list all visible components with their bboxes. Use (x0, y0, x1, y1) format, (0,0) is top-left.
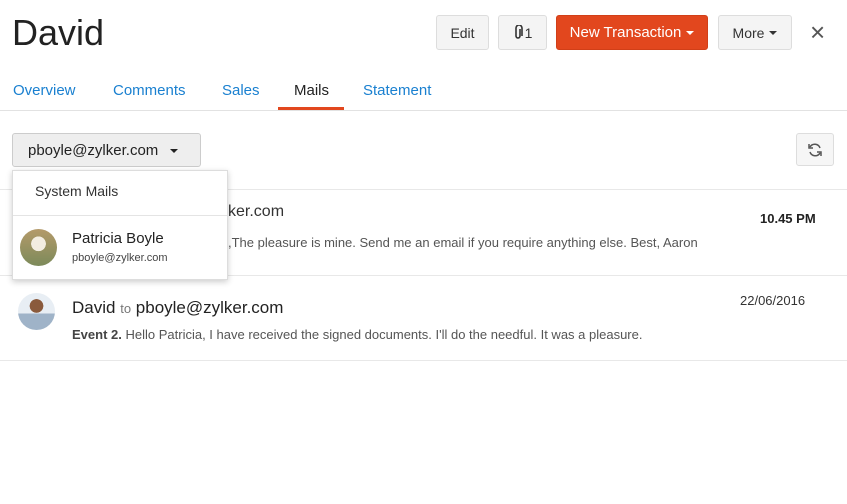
tab-bar: Overview Comments Sales Mails Statement (0, 68, 847, 111)
mail-date: 22/06/2016 (740, 293, 806, 308)
active-tab-indicator (278, 107, 344, 110)
menu-item-system-mails[interactable]: System Mails (35, 183, 118, 199)
new-transaction-button[interactable]: New Transaction (556, 15, 708, 50)
mail-recipient: pboyle@zylker.com (135, 298, 284, 317)
more-label: More (732, 24, 765, 41)
attachments-button[interactable]: 1 (498, 15, 547, 50)
tab-mails[interactable]: Mails (294, 82, 329, 99)
edit-label: Edit (450, 24, 475, 41)
more-button[interactable]: More (718, 15, 792, 50)
mail-header: David to pboyle@zylker.com (72, 298, 283, 318)
tab-statement[interactable]: Statement (363, 82, 431, 99)
mail-preview-line: Event 2. Hello Patricia, I have received… (72, 327, 642, 342)
refresh-icon (808, 142, 822, 157)
new-transaction-label: New Transaction (569, 24, 682, 41)
mail-sender: David (72, 298, 116, 317)
mail-recipient: ker.com (228, 203, 285, 220)
paperclip-icon (514, 24, 523, 39)
divider (0, 360, 847, 361)
tab-overview[interactable]: Overview (13, 82, 76, 99)
attachment-count: 1 (524, 24, 533, 41)
contact-email: pboyle@zylker.com (72, 252, 168, 264)
menu-item-contact[interactable]: Patricia Boyle pboyle@zylker.com (13, 216, 227, 280)
caret-down-icon (769, 30, 778, 35)
caret-down-icon (686, 30, 695, 35)
mail-row[interactable]: David to pboyle@zylker.com Event 2. Hell… (0, 276, 847, 360)
tab-sales[interactable]: Sales (222, 82, 260, 99)
account-select[interactable]: pboyle@zylker.com (12, 133, 201, 167)
account-value: pboyle@zylker.com (28, 142, 159, 159)
caret-down-icon (170, 149, 179, 154)
contact-avatar (20, 229, 57, 266)
to-label: to (120, 301, 132, 316)
edit-button[interactable]: Edit (436, 15, 489, 50)
mail-preview: Hello Patricia, I have received the sign… (125, 327, 643, 342)
tab-comments[interactable]: Comments (113, 82, 186, 99)
account-dropdown-menu: System Mails Patricia Boyle pboyle@zylke… (12, 170, 228, 280)
mail-subject: Event 2. (72, 327, 122, 342)
sender-avatar (18, 293, 55, 330)
contact-name: Patricia Boyle (72, 230, 164, 247)
refresh-button[interactable] (796, 133, 834, 166)
page-title: David (12, 12, 105, 53)
mail-preview: ,The pleasure is mine. Send me an email … (228, 235, 698, 250)
mail-time: 10.45 PM (760, 211, 816, 226)
close-icon[interactable]: × (810, 19, 825, 45)
